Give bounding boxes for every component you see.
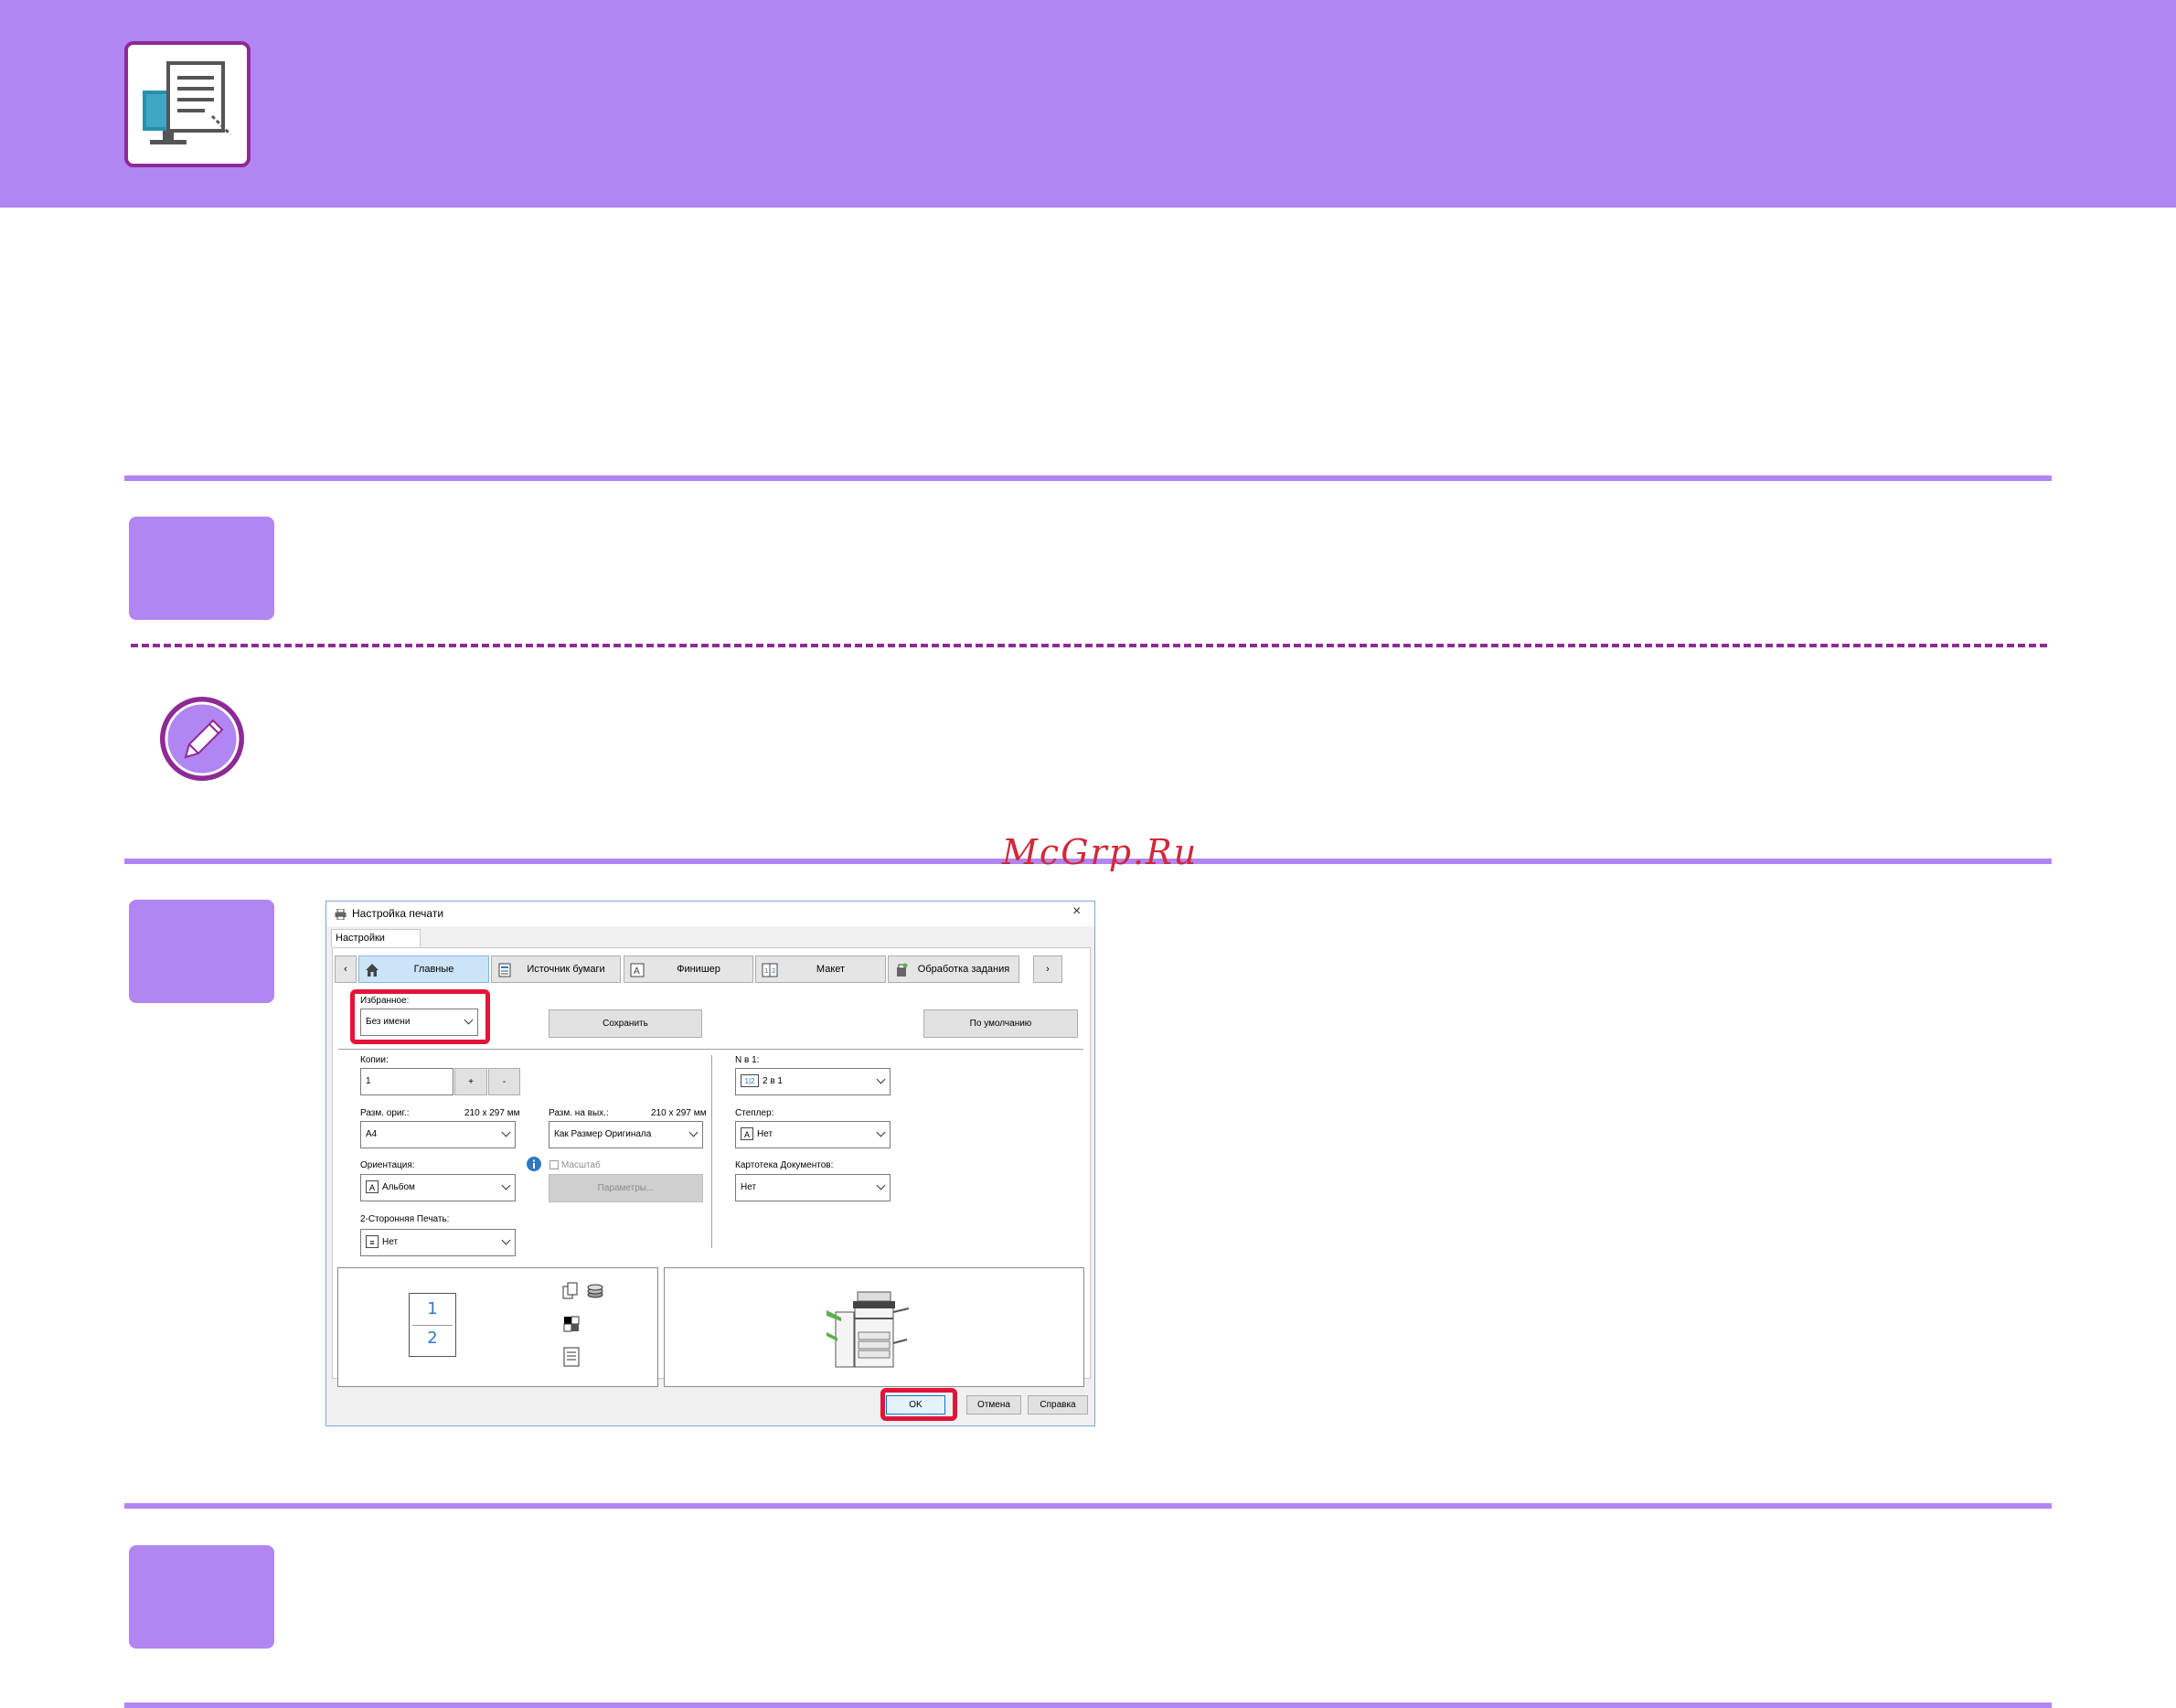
n-up-dropdown[interactable]: 1|2 2 в 1 [735,1068,891,1095]
chevron-down-icon [876,1074,886,1084]
printer-machine-icon [825,1286,916,1373]
tab-strip [326,926,1094,946]
orientation-label: Ориентация: [360,1160,415,1170]
job-handling-icon [894,962,909,977]
chevron-down-icon [501,1127,511,1137]
watermark: McGrp.Ru [1002,832,1199,872]
page-divider [412,1325,453,1326]
n-up-icon: 1|2 [741,1074,759,1088]
header-banner [0,0,2176,208]
duplex-dropdown[interactable]: ≡ Нет [360,1229,516,1256]
orientation-dropdown[interactable]: A Альбом [360,1174,516,1201]
subtab-finishing[interactable]: A Финишер [624,955,753,983]
info-icon[interactable] [527,1157,541,1171]
step-marker-2 [129,900,274,1003]
step-marker-1 [129,517,274,620]
close-icon[interactable]: × [1072,903,1081,920]
zoom-checkbox[interactable] [549,1160,559,1169]
cancel-button[interactable]: Отмена [966,1395,1021,1414]
copy-pages-icon [562,1282,581,1300]
subtab-prev-button[interactable]: ‹ [335,955,357,983]
note-separator [131,644,2047,647]
chevron-down-icon [501,1235,511,1245]
output-size-dropdown[interactable]: Как Размер Оригинала [549,1121,703,1148]
zoom-label: Масштаб [561,1160,601,1170]
vertical-separator [711,1055,712,1248]
page-number-1: 1 [427,1299,438,1318]
original-size-dims: 210 x 297 мм [464,1108,520,1118]
copies-increment-button[interactable]: + [454,1068,487,1095]
page-number-2: 2 [427,1329,438,1348]
printer-preview-panel [664,1267,1084,1387]
save-button[interactable]: Сохранить [549,1009,702,1038]
chevron-left-icon: ‹ [344,964,347,975]
finisher-icon: A [630,962,645,977]
duplex-icon: ≡ [366,1235,379,1249]
svg-text:1: 1 [764,967,768,975]
original-size-label: Разм. ориг.: [360,1108,410,1118]
original-size-dropdown[interactable]: A4 [360,1121,516,1148]
print-settings-dialog: Настройка печати × Настройки Печати ‹ Гл… [325,901,1095,1426]
favorites-highlight [350,989,490,1044]
help-button[interactable]: Справка [1028,1395,1088,1414]
doc-filing-dropdown[interactable]: Нет [735,1174,891,1201]
section-divider [124,1703,2052,1708]
print-preview-panel: 1 2 [337,1267,658,1387]
chevron-down-icon [876,1180,886,1190]
subtab-next-button[interactable]: › [1033,955,1062,983]
copies-label: Копии: [360,1055,389,1065]
color-mode-icon [563,1316,580,1332]
doc-filing-label: Картотека Документов: [735,1160,834,1170]
subtab-job-handling[interactable]: Обработка задания [888,955,1019,983]
parameters-button[interactable]: Параметры... [549,1174,703,1202]
ok-button-highlight [880,1388,957,1421]
stack-icon [586,1282,604,1300]
layout-icon: 12 [762,962,778,977]
chevron-down-icon [876,1127,886,1137]
chevron-down-icon [501,1180,511,1190]
chevron-down-icon [688,1127,699,1137]
section-divider [124,1503,2052,1509]
svg-text:A: A [634,966,640,977]
chevron-right-icon: › [1046,964,1050,975]
dialog-title: Настройка печати [352,907,444,920]
computer-document-icon [124,41,251,167]
page-preview: 1 2 [409,1293,456,1357]
copies-decrement-button[interactable]: - [488,1068,520,1095]
home-icon [365,962,379,977]
copies-input[interactable]: 1 [360,1068,453,1095]
stapler-icon: A [741,1127,753,1141]
svg-text:2: 2 [772,967,775,975]
section-divider [124,475,2052,481]
orientation-icon: A [366,1180,379,1194]
step-marker-3 [129,1545,274,1649]
stapler-label: Степлер: [735,1108,774,1118]
tab-print-settings[interactable]: Настройки Печати [331,929,421,961]
printer-icon [335,908,347,921]
document-icon [563,1347,580,1367]
subtab-main[interactable]: Главные [358,955,489,983]
pencil-icon [158,695,246,783]
paper-tray-icon [497,962,512,977]
output-size-dims: 210 x 297 мм [651,1108,707,1118]
duplex-label: 2-Сторонняя Печать: [360,1214,450,1224]
default-button[interactable]: По умолчанию [923,1009,1078,1038]
subtab-paper-source[interactable]: Источник бумаги [491,955,621,983]
subtab-layout[interactable]: 12 Макет [755,955,886,983]
horizontal-separator [338,1049,1083,1050]
output-size-label: Разм. на вых.: [549,1108,609,1118]
n-up-label: N в 1: [735,1055,760,1065]
stapler-dropdown[interactable]: A Нет [735,1121,891,1148]
